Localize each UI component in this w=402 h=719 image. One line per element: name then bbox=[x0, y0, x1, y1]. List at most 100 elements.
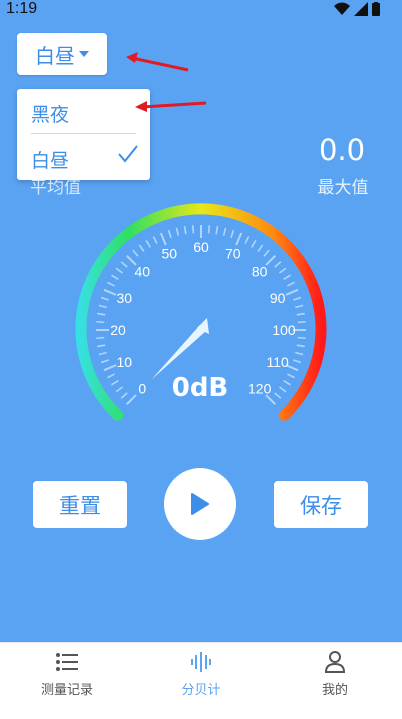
battery-icon bbox=[372, 2, 380, 16]
play-button[interactable] bbox=[164, 468, 236, 540]
dropdown-divider bbox=[31, 133, 136, 134]
user-icon bbox=[324, 651, 346, 673]
mode-select-button[interactable]: 白昼 bbox=[17, 33, 107, 75]
gauge-tick-label: 80 bbox=[252, 263, 268, 279]
gauge-tick bbox=[103, 364, 117, 372]
bottom-tab-bar: 测量记录 分贝计 我的 bbox=[0, 642, 402, 719]
gauge-tick bbox=[293, 359, 302, 364]
tab-records[interactable]: 测量记录 bbox=[0, 643, 134, 719]
gauge-tick bbox=[215, 226, 219, 235]
gauge-tick bbox=[120, 392, 128, 399]
gauge-tick bbox=[120, 261, 128, 268]
gauge-tick-label: 0 bbox=[138, 381, 146, 397]
wifi-icon bbox=[334, 2, 350, 15]
list-icon bbox=[56, 653, 78, 671]
gauge-tick bbox=[283, 380, 291, 386]
gauge-tick bbox=[287, 281, 295, 287]
gauge-tick bbox=[295, 351, 304, 356]
mode-select-label: 白昼 bbox=[35, 43, 75, 68]
gauge-tick-label: 20 bbox=[110, 322, 126, 338]
gauge-tick bbox=[191, 225, 195, 234]
gauge-tick bbox=[115, 386, 123, 393]
gauge-tick bbox=[296, 344, 305, 348]
save-button[interactable]: 保存 bbox=[274, 481, 368, 528]
gauge-tick bbox=[111, 274, 119, 280]
gauge-tick-label: 60 bbox=[193, 239, 209, 255]
average-label: 平均值 bbox=[30, 178, 81, 198]
gauge-tick bbox=[100, 296, 109, 301]
gauge-tick bbox=[107, 281, 115, 287]
status-icons bbox=[334, 2, 380, 16]
gauge-tick-label: 100 bbox=[272, 322, 296, 338]
gauge-tick bbox=[297, 320, 306, 324]
gauge-tick bbox=[167, 229, 172, 238]
status-bar: 1:19 bbox=[0, 0, 402, 20]
gauge-tick bbox=[175, 227, 180, 236]
gauge-tick bbox=[145, 240, 151, 248]
check-icon bbox=[118, 145, 138, 163]
gauge-tick bbox=[283, 274, 291, 280]
gauge-tick bbox=[98, 351, 107, 356]
gauge-tick bbox=[103, 288, 117, 296]
max-label: 最大值 bbox=[317, 178, 369, 198]
tab-records-label: 测量记录 bbox=[40, 683, 93, 698]
gauge-tick-label: 10 bbox=[117, 354, 133, 370]
gauge-tick bbox=[96, 336, 105, 340]
tab-decibel-meter-label: 分贝计 bbox=[181, 683, 221, 698]
gauge-tick-label: 110 bbox=[267, 354, 290, 370]
gauge-tick bbox=[98, 304, 107, 309]
gauge-tick bbox=[251, 240, 257, 248]
gauge-tick-label: 90 bbox=[270, 290, 286, 306]
tab-decibel-meter[interactable]: 分贝计 bbox=[134, 643, 268, 719]
gauge-tick bbox=[126, 394, 137, 405]
gauge-tick bbox=[100, 359, 109, 364]
gauge-tick bbox=[97, 344, 106, 348]
gauge-tick bbox=[138, 244, 145, 252]
gauge-tick-label: 40 bbox=[135, 263, 151, 279]
mode-option-night[interactable]: 黑夜 bbox=[31, 100, 69, 127]
gauge-reading: 0dB bbox=[171, 373, 229, 403]
gauge-tick bbox=[97, 312, 106, 316]
gauge-tick bbox=[297, 336, 306, 340]
gauge-tick bbox=[293, 296, 302, 301]
gauge-tick bbox=[244, 236, 250, 244]
gauge-tick bbox=[96, 320, 105, 324]
gauge-tick bbox=[274, 392, 282, 399]
signal-icon bbox=[354, 2, 368, 16]
gauge-tick bbox=[183, 226, 187, 235]
gauge-tick bbox=[132, 249, 139, 257]
reset-button[interactable]: 重置 bbox=[33, 481, 127, 528]
gauge-tick bbox=[107, 373, 115, 379]
gauge-tick bbox=[235, 232, 243, 246]
gauge-tick-label: 30 bbox=[117, 290, 133, 306]
play-icon bbox=[191, 493, 209, 515]
gauge-tick bbox=[279, 267, 287, 274]
mode-option-day[interactable]: 白昼 bbox=[31, 146, 69, 173]
gauge-tick-label: 70 bbox=[225, 245, 241, 261]
annotation-arrow-1 bbox=[126, 52, 189, 72]
mode-dropdown-menu: 黑夜 白昼 bbox=[17, 89, 150, 180]
gauge-tick bbox=[295, 304, 304, 309]
soundwave-icon bbox=[191, 652, 211, 672]
gauge-tick bbox=[285, 288, 299, 296]
gauge-tick bbox=[115, 267, 123, 274]
gauge-tick bbox=[279, 386, 287, 393]
chevron-down-icon bbox=[79, 51, 89, 57]
gauge-tick bbox=[257, 244, 264, 252]
status-time: 1:19 bbox=[6, 0, 38, 17]
gauge-tick bbox=[230, 229, 235, 238]
gauge-tick bbox=[152, 236, 158, 244]
gauge-tick bbox=[222, 227, 227, 236]
tab-profile-label: 我的 bbox=[321, 683, 348, 698]
gauge-tick bbox=[159, 232, 167, 246]
gauge-tick bbox=[207, 225, 211, 234]
max-value: 0.0 bbox=[318, 133, 366, 167]
gauge-tick bbox=[287, 373, 295, 379]
gauge-tick bbox=[263, 249, 270, 257]
gauge-needle bbox=[151, 325, 206, 380]
annotation-arrow-2 bbox=[135, 101, 207, 112]
gauge-tick bbox=[111, 380, 119, 386]
gauge-tick-label: 50 bbox=[161, 245, 177, 261]
gauge-tick bbox=[296, 312, 305, 316]
tab-profile[interactable]: 我的 bbox=[268, 643, 402, 719]
